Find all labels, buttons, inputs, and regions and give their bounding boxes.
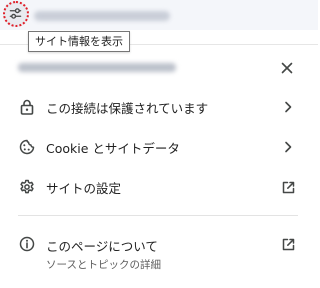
info-icon (18, 235, 36, 253)
open-external-icon (279, 178, 297, 196)
site-settings-label: サイトの設定 (46, 180, 122, 196)
url-text-redacted[interactable] (34, 11, 170, 21)
divider (18, 215, 298, 216)
tune-icon (9, 8, 22, 19)
site-settings-item[interactable]: サイトの設定 (0, 167, 318, 207)
about-this-page-item[interactable]: このページについて ソースとトピックの詳細 (0, 225, 318, 275)
cookie-site-data-label: Cookie とサイトデータ (46, 140, 180, 156)
site-name-redacted (18, 63, 176, 72)
lock-icon (18, 98, 36, 116)
open-external-icon (279, 235, 297, 253)
cookie-icon (18, 138, 36, 156)
about-this-page-sublabel: ソースとトピックの詳細 (46, 259, 161, 271)
close-button[interactable] (276, 57, 298, 79)
site-info-button[interactable] (3, 1, 29, 27)
connection-secure-item[interactable]: この接続は保護されています (0, 87, 318, 127)
cookie-site-data-item[interactable]: Cookie とサイトデータ (0, 127, 318, 167)
close-icon (281, 62, 293, 74)
gear-icon (18, 178, 36, 196)
site-info-panel: この接続は保護されています Cookie とサイトデータ サイトの設定 このペー… (0, 44, 318, 288)
connection-secure-label: この接続は保護されています (46, 100, 209, 116)
chevron-right-icon (279, 138, 297, 156)
site-info-tooltip: サイト情報を表示 (28, 31, 130, 52)
about-this-page-label: このページについて (46, 239, 158, 254)
chevron-right-icon (279, 98, 297, 116)
address-bar (0, 0, 318, 30)
